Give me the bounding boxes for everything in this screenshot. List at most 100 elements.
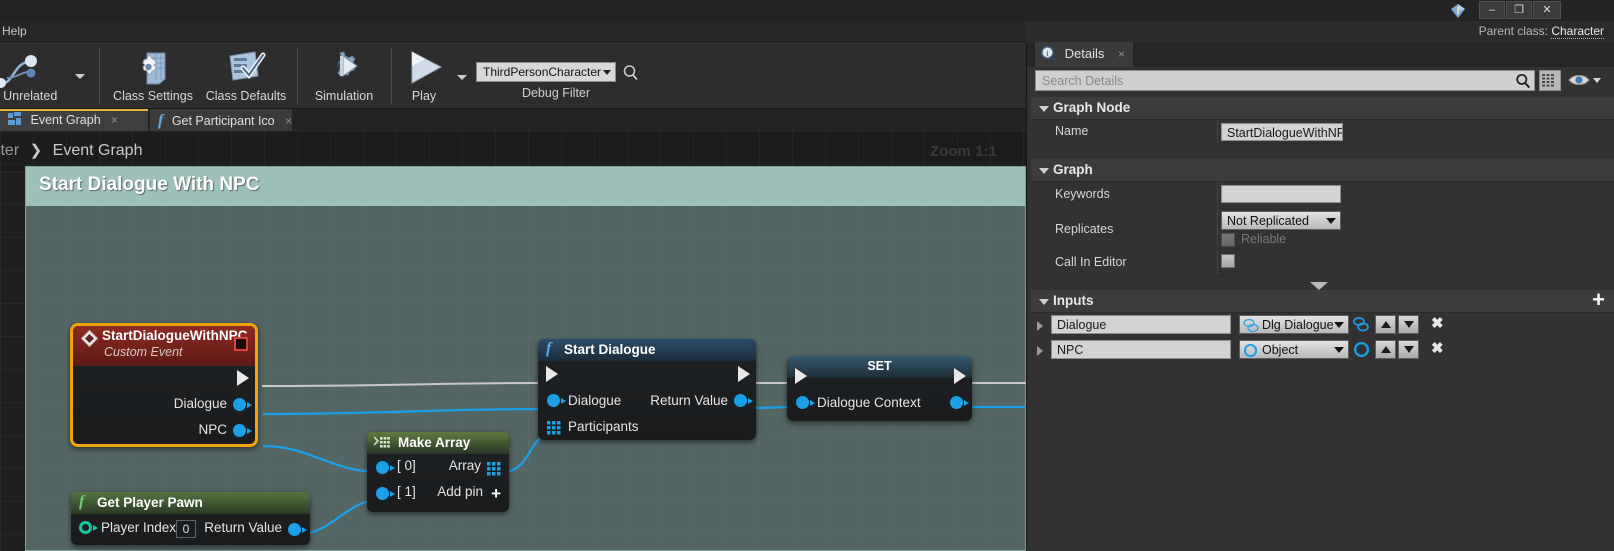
dialogue-out-pin[interactable]: [233, 398, 252, 411]
toolbar-play-button[interactable]: Play: [396, 42, 452, 109]
details-tab-row: i Details ×: [1027, 42, 1614, 67]
dialogue-context-in-pin[interactable]: [796, 396, 815, 409]
plus-icon[interactable]: +: [491, 485, 501, 502]
minimize-button[interactable]: –: [1479, 1, 1505, 19]
remove-input-dialogue-button[interactable]: ✖: [1431, 316, 1444, 331]
add-input-button[interactable]: +: [1592, 289, 1605, 311]
pin-row-participants[interactable]: Participants: [538, 415, 756, 441]
expand-triangle-icon[interactable]: [1037, 346, 1043, 356]
move-down-button[interactable]: [1398, 340, 1419, 359]
maximize-button[interactable]: ❐: [1506, 1, 1532, 19]
exec-out-pin[interactable]: [237, 370, 249, 386]
custom-event-diamond-icon: [81, 330, 98, 347]
dialogue-in-pin[interactable]: [547, 394, 566, 407]
expand-triangle-icon[interactable]: [1037, 321, 1043, 331]
debug-filter-magnifier-icon[interactable]: [622, 64, 639, 81]
menu-item-help[interactable]: Help: [2, 24, 27, 38]
node-start-dialogue-with-npc[interactable]: StartDialogueWithNPC Custom Event Dialog…: [70, 323, 258, 447]
node-header: f Get Player Pawn: [71, 492, 310, 514]
pin-row-dialogue-context[interactable]: Dialogue Context: [787, 391, 972, 417]
input-type-npc-combo[interactable]: Object: [1239, 340, 1349, 359]
return-value-out-pin[interactable]: [288, 523, 307, 536]
pin-row-index-0[interactable]: [ 0] Array: [367, 454, 509, 480]
tab-event-graph[interactable]: Event Graph ×: [0, 109, 148, 131]
breadcrumb-root[interactable]: nCharacter: [0, 142, 19, 159]
toolbar-simulation-button[interactable]: Simulation: [303, 42, 385, 109]
pin-row-player-index[interactable]: Player Index 0 Return Value: [71, 514, 310, 544]
dialogue-pin-type-icon[interactable]: [1353, 317, 1369, 332]
dialogue-context-out-pin[interactable]: [950, 396, 969, 409]
move-down-icon: [1404, 321, 1414, 328]
move-up-button[interactable]: [1375, 315, 1396, 334]
node-start-dialogue[interactable]: f Start Dialogue Dialogue Return Value P…: [538, 339, 756, 440]
array-grid-icon[interactable]: [547, 421, 561, 435]
graph-canvas[interactable]: Start Dialogue With NPC StartDialogueWit…: [0, 166, 1026, 551]
tab-get-participant-ico-close-icon[interactable]: ×: [285, 114, 292, 128]
move-down-button[interactable]: [1398, 315, 1419, 334]
reliable-checkbox[interactable]: [1221, 233, 1235, 247]
toolbar-class-defaults-button[interactable]: Class Defaults: [203, 42, 289, 109]
npc-out-pin[interactable]: [233, 424, 252, 437]
array-item-0-pin[interactable]: [376, 461, 395, 474]
close-button[interactable]: ✕: [1533, 1, 1561, 19]
play-chevron-down-icon[interactable]: [457, 75, 467, 80]
player-index-input[interactable]: 0: [176, 520, 196, 538]
search-details-input[interactable]: Search Details: [1035, 70, 1535, 91]
class-settings-icon: [133, 50, 173, 91]
move-up-button[interactable]: [1375, 340, 1396, 359]
visibility-eye-icon: [1568, 75, 1601, 85]
function-fx-icon: f: [546, 340, 552, 357]
section-header-graph[interactable]: Graph: [1031, 159, 1614, 182]
exec-out-pin[interactable]: [738, 366, 750, 382]
input-name-npc[interactable]: NPC: [1051, 340, 1231, 359]
tab-event-graph-close-icon[interactable]: ×: [111, 113, 118, 127]
input-type-dialogue-combo[interactable]: Dlg Dialogue: [1239, 315, 1349, 334]
node-set[interactable]: SET Dialogue Context: [787, 356, 972, 421]
pin-row-dialogue-return[interactable]: Dialogue Return Value: [538, 389, 756, 415]
array-out-grid-icon[interactable]: [487, 462, 501, 476]
breadcrumb-current[interactable]: Event Graph: [53, 142, 143, 159]
node-make-array[interactable]: Make Array [ 0] Array [ 1] Add pin +: [367, 432, 509, 512]
tab-details[interactable]: i Details ×: [1035, 42, 1134, 67]
replication-toggle-icon[interactable]: [234, 337, 248, 351]
exec-out-pin[interactable]: [954, 368, 966, 384]
debug-filter-combo[interactable]: ThirdPersonCharacter: [476, 62, 616, 82]
player-index-in-pin[interactable]: [79, 521, 98, 534]
add-pin-label[interactable]: Add pin: [437, 484, 483, 499]
pin-row-exec-out[interactable]: [73, 366, 255, 392]
return-value-out-pin[interactable]: [734, 394, 753, 407]
exec-in-pin[interactable]: [795, 368, 807, 384]
parent-class-value[interactable]: Character: [1551, 24, 1604, 39]
find-unrelated-chevron-down-icon[interactable]: [75, 74, 85, 79]
section-header-inputs[interactable]: Inputs +: [1031, 289, 1614, 313]
pin-label-dialogue: Dialogue: [568, 393, 622, 408]
remove-input-npc-button[interactable]: ✖: [1431, 341, 1444, 356]
pin-row-exec[interactable]: [538, 361, 756, 389]
input-name-dialogue[interactable]: Dialogue: [1051, 315, 1231, 334]
pin-row-index-1[interactable]: [ 1] Add pin +: [367, 480, 509, 506]
pin-row-exec[interactable]: [787, 368, 972, 391]
toolbar-class-settings-button[interactable]: Class Settings: [103, 42, 203, 109]
move-up-icon: [1381, 346, 1391, 353]
call-in-editor-checkbox[interactable]: [1221, 254, 1235, 268]
replicates-combo[interactable]: Not Replicated: [1221, 211, 1341, 230]
tab-details-close-icon[interactable]: ×: [1118, 47, 1125, 61]
array-item-1-pin[interactable]: [376, 487, 395, 500]
title-bar: – ❐ ✕: [0, 0, 1614, 21]
row-divider: [1217, 120, 1218, 143]
exec-in-pin[interactable]: [546, 366, 558, 382]
pin-row-dialogue[interactable]: Dialogue: [73, 392, 255, 418]
dialogue-pin-icon: [1243, 319, 1259, 333]
pin-row-npc[interactable]: NPC: [73, 418, 255, 444]
blueprint-graph-panel[interactable]: nCharacter ❯ Event Graph Zoom 1:1 Start …: [0, 131, 1026, 551]
column-view-button[interactable]: [1539, 70, 1561, 91]
keywords-input[interactable]: [1221, 185, 1341, 203]
tab-get-participant-ico[interactable]: f Get Participant Ico ×: [150, 109, 292, 131]
node-get-player-pawn[interactable]: f Get Player Pawn Player Index 0 Return …: [71, 492, 310, 545]
search-magnifier-icon[interactable]: [1515, 73, 1531, 89]
object-pin-type-icon[interactable]: [1353, 341, 1370, 358]
section-header-graph-node[interactable]: Graph Node: [1031, 97, 1614, 120]
visibility-eye-button[interactable]: [1567, 71, 1601, 90]
show-more-properties-button[interactable]: [1027, 278, 1611, 290]
name-input[interactable]: StartDialogueWithNPC: [1221, 123, 1343, 141]
